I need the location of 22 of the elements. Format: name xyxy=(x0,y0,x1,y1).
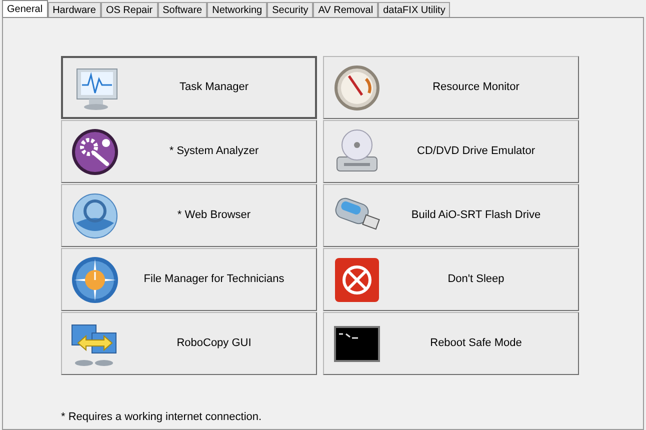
tool-button[interactable]: Don't Sleep xyxy=(323,248,579,311)
compass-icon xyxy=(70,254,120,304)
tab[interactable]: General xyxy=(2,0,48,17)
footnote: * Requires a working internet connection. xyxy=(61,410,263,425)
tab[interactable]: Security xyxy=(267,2,314,17)
gauge-icon xyxy=(332,62,382,112)
tab[interactable]: OS Repair xyxy=(100,2,158,17)
tool-button[interactable]: * Web Browser xyxy=(61,184,317,247)
tool-button[interactable]: File Manager for Technicians xyxy=(61,248,317,311)
tool-button[interactable]: Resource Monitor xyxy=(323,56,579,119)
tab[interactable]: Hardware xyxy=(48,2,101,17)
gear-wrench-icon xyxy=(70,126,120,176)
tool-button[interactable]: * System Analyzer xyxy=(61,120,317,183)
tool-button[interactable]: Task Manager xyxy=(61,56,317,119)
tool-button[interactable]: RoboCopy GUI xyxy=(61,312,317,375)
tab[interactable]: Networking xyxy=(207,2,268,17)
tool-button[interactable]: Reboot Safe Mode xyxy=(323,312,579,375)
tab[interactable]: dataFIX Utility xyxy=(378,2,450,17)
tool-button[interactable]: CD/DVD Drive Emulator xyxy=(323,120,579,183)
tab[interactable]: AV Removal xyxy=(313,2,378,17)
tool-button[interactable]: Build AiO-SRT Flash Drive xyxy=(323,184,579,247)
tab[interactable]: Software xyxy=(158,2,208,17)
